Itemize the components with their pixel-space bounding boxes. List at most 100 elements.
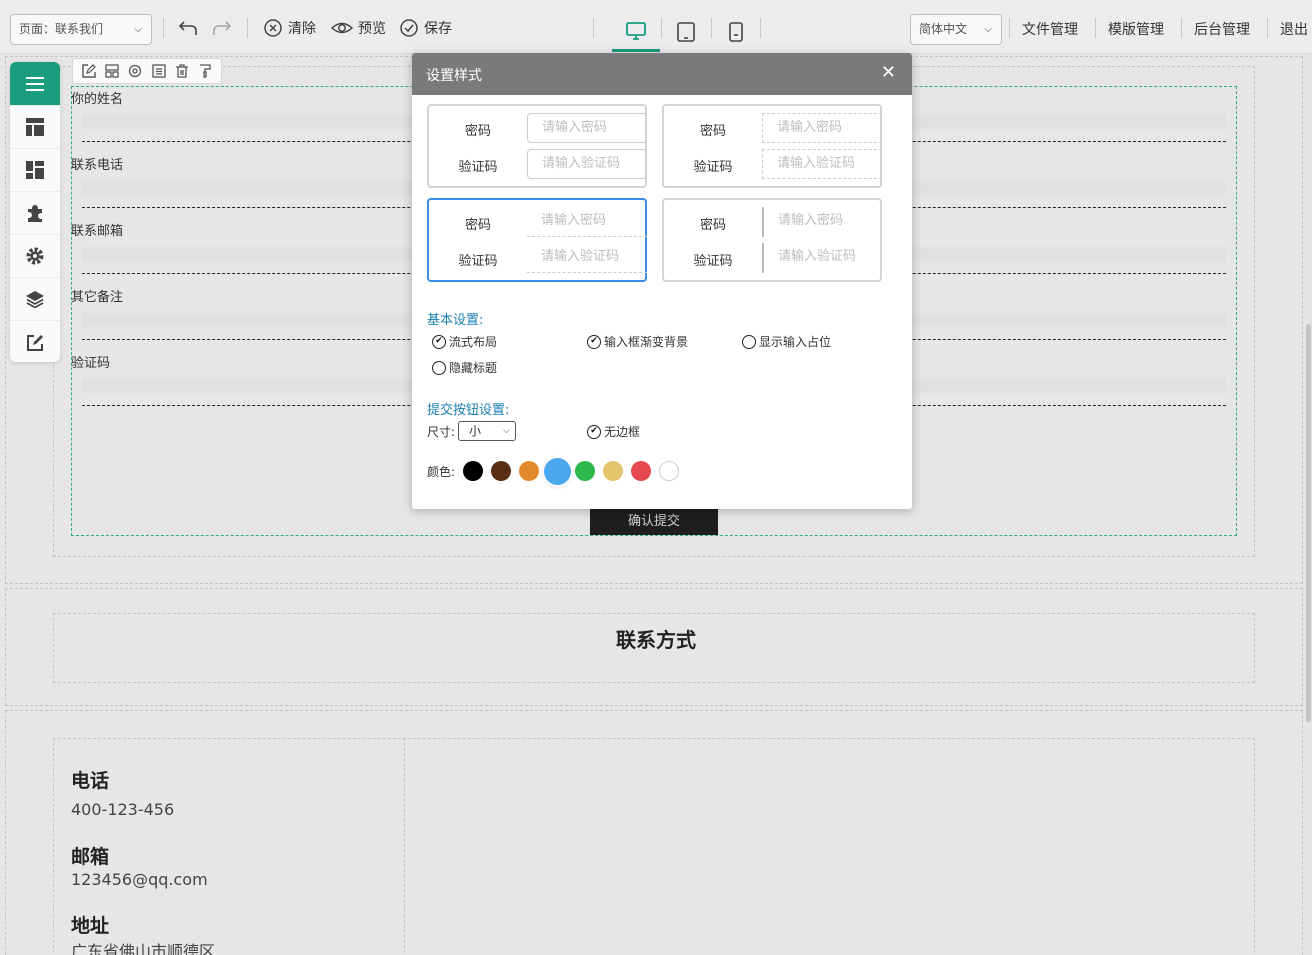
email-heading: 邮箱 bbox=[71, 846, 110, 868]
check-circle-icon bbox=[400, 19, 418, 37]
divider bbox=[163, 18, 164, 38]
page-select[interactable]: 页面：联系我们 ⌵ bbox=[10, 14, 152, 45]
show-placeholder-label: 显示输入占位 bbox=[759, 335, 832, 349]
target-icon[interactable] bbox=[128, 64, 142, 78]
layout-button[interactable] bbox=[10, 106, 60, 149]
captcha-placeholder: 请输入验证码 bbox=[762, 243, 882, 273]
left-toolbar bbox=[10, 62, 60, 362]
language-select[interactable]: 简体中文 ⌵ bbox=[910, 14, 1002, 45]
divider bbox=[760, 18, 761, 38]
menu-button[interactable] bbox=[10, 62, 60, 106]
grid-icon[interactable] bbox=[105, 64, 119, 78]
color-swatch[interactable] bbox=[575, 461, 595, 481]
style-option-3[interactable]: 密码 请输入密码 验证码 请输入验证码 bbox=[427, 198, 647, 282]
email-value: 123456@qq.com bbox=[71, 870, 208, 889]
format-painter-icon[interactable] bbox=[198, 64, 212, 78]
color-swatch[interactable] bbox=[544, 458, 571, 485]
color-swatch[interactable] bbox=[463, 461, 483, 481]
divider bbox=[1095, 18, 1096, 38]
gradient-bg-option[interactable]: ✔ 输入框渐变背景 bbox=[587, 333, 688, 350]
device-desktop-button[interactable] bbox=[612, 12, 660, 52]
undo-button[interactable] bbox=[178, 17, 198, 39]
logout-link[interactable]: 退出 bbox=[1280, 19, 1308, 39]
field-label-name: 你的姓名 bbox=[71, 92, 124, 107]
style-option-4[interactable]: 密码 请输入密码 验证码 请输入验证码 bbox=[662, 198, 882, 282]
template-manager-link[interactable]: 模版管理 bbox=[1108, 19, 1164, 39]
save-label: 保存 bbox=[424, 21, 452, 37]
device-mobile-button[interactable] bbox=[712, 12, 760, 52]
clear-label: 清除 bbox=[288, 21, 316, 37]
settings-icon bbox=[26, 247, 44, 265]
color-swatch[interactable] bbox=[491, 461, 511, 481]
style-dialog: 设置样式 ✕ 密码 请输入密码 验证码 请输入验证码 密码 请输入密码 验证码 … bbox=[412, 53, 912, 509]
password-label: 密码 bbox=[699, 124, 726, 139]
show-placeholder-option[interactable]: 显示输入占位 bbox=[742, 333, 831, 350]
basic-settings-heading: 基本设置: bbox=[427, 313, 484, 328]
color-label: 颜色: bbox=[427, 465, 456, 479]
page-select-value: 页面：联系我们 bbox=[19, 22, 104, 36]
language-value: 简体中文 bbox=[919, 22, 968, 36]
menu-icon bbox=[26, 76, 44, 91]
plugin-button[interactable] bbox=[10, 192, 60, 235]
color-swatch[interactable] bbox=[519, 461, 539, 481]
file-manager-link[interactable]: 文件管理 bbox=[1022, 19, 1078, 39]
device-tablet-button[interactable] bbox=[662, 12, 710, 52]
password-placeholder: 请输入密码 bbox=[527, 113, 647, 143]
checked-icon: ✔ bbox=[587, 424, 601, 439]
flow-layout-option[interactable]: ✔ 流式布局 bbox=[432, 333, 497, 350]
widgets-icon bbox=[26, 161, 44, 179]
divider bbox=[1009, 18, 1010, 38]
submit-button[interactable]: 确认提交 bbox=[590, 508, 718, 535]
color-swatch[interactable] bbox=[631, 461, 651, 481]
preview-label: 预览 bbox=[358, 21, 386, 37]
style-option-2[interactable]: 密码 请输入密码 验证码 请输入验证码 bbox=[662, 104, 882, 188]
captcha-label: 验证码 bbox=[458, 254, 498, 269]
dialog-title: 设置样式 bbox=[426, 68, 482, 84]
delete-icon[interactable] bbox=[175, 64, 189, 78]
preview-button[interactable]: 预览 bbox=[331, 17, 386, 39]
layout-icon bbox=[26, 118, 44, 136]
divider bbox=[247, 18, 248, 38]
list-icon[interactable] bbox=[151, 64, 166, 78]
color-swatch[interactable] bbox=[603, 461, 623, 481]
layers-button[interactable] bbox=[10, 278, 60, 321]
field-label-captcha: 验证码 bbox=[71, 356, 111, 371]
admin-link[interactable]: 后台管理 bbox=[1194, 19, 1250, 39]
desktop-icon bbox=[626, 21, 646, 40]
color-swatch[interactable] bbox=[659, 461, 679, 481]
chevron-down-icon: ⌵ bbox=[134, 24, 142, 35]
settings-button[interactable] bbox=[10, 235, 60, 278]
divider bbox=[593, 18, 594, 38]
edit-icon[interactable] bbox=[81, 64, 96, 78]
redo-button[interactable] bbox=[212, 17, 232, 39]
divider bbox=[1267, 18, 1268, 38]
gradient-bg-label: 输入框渐变背景 bbox=[604, 335, 689, 349]
unchecked-icon bbox=[432, 360, 446, 375]
size-select-value: 小 bbox=[469, 424, 482, 438]
top-toolbar: 页面：联系我们 ⌵ 清除 预览 保存 简体中文 ⌵ 文件管理 模版管理 后台管理 bbox=[0, 0, 1312, 54]
clear-button[interactable]: 清除 bbox=[263, 17, 316, 39]
checked-icon: ✔ bbox=[432, 334, 446, 349]
chevron-down-icon: ⌵ bbox=[984, 24, 992, 35]
hide-title-option[interactable]: 隐藏标题 bbox=[432, 359, 497, 376]
tablet-icon bbox=[677, 22, 695, 42]
widgets-button[interactable] bbox=[10, 149, 60, 192]
address-heading: 地址 bbox=[71, 915, 110, 937]
save-button[interactable]: 保存 bbox=[399, 17, 452, 39]
scrollbar-thumb[interactable] bbox=[1306, 324, 1311, 722]
no-border-option[interactable]: ✔ 无边框 bbox=[587, 423, 640, 440]
captcha-label: 验证码 bbox=[458, 160, 498, 175]
size-select[interactable]: 小 ⌵ bbox=[458, 421, 516, 441]
unchecked-icon bbox=[742, 334, 756, 349]
close-icon[interactable]: ✕ bbox=[881, 64, 896, 82]
style-option-1[interactable]: 密码 请输入密码 验证码 请输入验证码 bbox=[427, 104, 647, 188]
chevron-down-icon: ⌵ bbox=[503, 426, 510, 436]
edit-button[interactable] bbox=[10, 321, 60, 362]
password-placeholder: 请输入密码 bbox=[762, 113, 882, 143]
password-label: 密码 bbox=[464, 124, 491, 139]
eye-icon bbox=[331, 22, 353, 34]
password-label: 密码 bbox=[699, 218, 726, 233]
captcha-label: 验证码 bbox=[693, 254, 733, 269]
address-value: 广东省佛山市顺德区 bbox=[71, 942, 216, 955]
captcha-placeholder: 请输入验证码 bbox=[527, 243, 647, 273]
